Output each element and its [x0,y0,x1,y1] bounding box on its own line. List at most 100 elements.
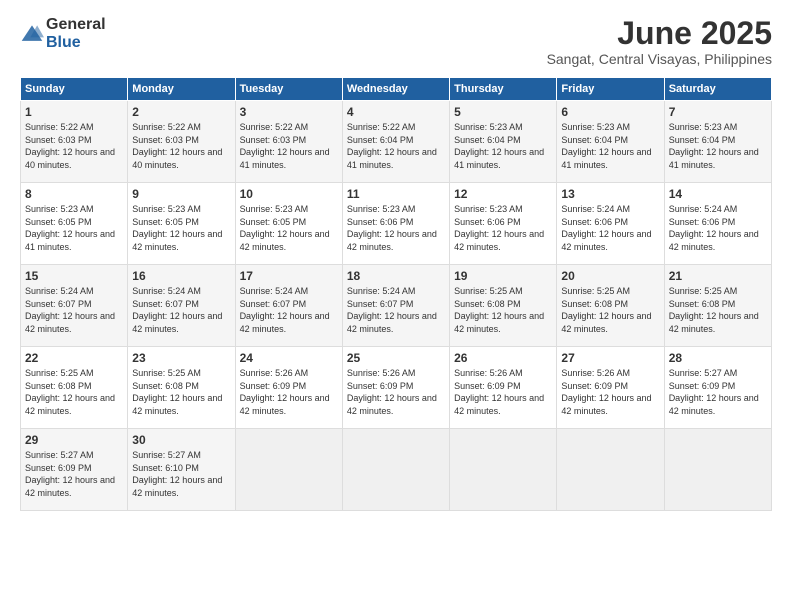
day-info: Sunrise: 5:22 AMSunset: 6:03 PMDaylight:… [240,121,338,171]
day-info: Sunrise: 5:22 AMSunset: 6:03 PMDaylight:… [132,121,230,171]
col-wednesday: Wednesday [342,78,449,101]
day-info: Sunrise: 5:25 AMSunset: 6:08 PMDaylight:… [561,285,659,335]
day-number: 16 [132,269,230,283]
table-row: 10Sunrise: 5:23 AMSunset: 6:05 PMDayligh… [235,183,342,265]
day-number: 26 [454,351,552,365]
day-number: 10 [240,187,338,201]
table-row: 5Sunrise: 5:23 AMSunset: 6:04 PMDaylight… [450,101,557,183]
table-row: 8 Sunrise: 5:23 AMSunset: 6:05 PMDaylight… [21,183,128,265]
day-number: 4 [347,105,445,119]
table-row [450,429,557,511]
page: General Blue June 2025 Sangat, Central V… [0,0,792,612]
day-number: 25 [347,351,445,365]
day-info: Sunrise: 5:23 AMSunset: 6:05 PMDaylight:… [132,203,230,253]
day-number: 7 [669,105,767,119]
day-number: 6 [561,105,659,119]
table-row: 17 Sunrise: 5:24 AMSunset: 6:07 PMDayligh… [235,265,342,347]
title-area: June 2025 Sangat, Central Visayas, Phili… [547,16,772,67]
col-sunday: Sunday [21,78,128,101]
day-number: 3 [240,105,338,119]
day-info: Sunrise: 5:22 AMSunset: 6:04 PMDaylight:… [347,121,445,171]
day-number: 2 [132,105,230,119]
logo-general: General [46,16,106,34]
col-tuesday: Tuesday [235,78,342,101]
col-thursday: Thursday [450,78,557,101]
day-info: Sunrise: 5:25 AMSunset: 6:08 PMDaylight:… [132,367,230,417]
day-number: 14 [669,187,767,201]
table-row: 26 Sunrise: 5:26 AMSunset: 6:09 PMDayligh… [450,347,557,429]
day-number: 24 [240,351,338,365]
table-row: 20 Sunrise: 5:25 AMSunset: 6:08 PMDayligh… [557,265,664,347]
day-info: Sunrise: 5:27 AMSunset: 6:09 PMDaylight:… [669,367,767,417]
table-row: 11 Sunrise: 5:23 AMSunset: 6:06 PMDayligh… [342,183,449,265]
calendar-row: 15 Sunrise: 5:24 AMSunset: 6:07 PMDayligh… [21,265,772,347]
day-number: 21 [669,269,767,283]
table-row: 29 Sunrise: 5:27 AMSunset: 6:09 PMDayligh… [21,429,128,511]
day-info: Sunrise: 5:23 AMSunset: 6:04 PMDaylight:… [669,121,767,171]
table-row [235,429,342,511]
calendar-row: 22 Sunrise: 5:25 AMSunset: 6:08 PMDayligh… [21,347,772,429]
day-number: 5 [454,105,552,119]
day-info: Sunrise: 5:27 AMSunset: 6:09 PMDaylight:… [25,449,123,499]
day-number: 22 [25,351,123,365]
table-row: 16 Sunrise: 5:24 AMSunset: 6:07 PMDayligh… [128,265,235,347]
table-row: 28Sunrise: 5:27 AMSunset: 6:09 PMDayligh… [664,347,771,429]
calendar-row: 8 Sunrise: 5:23 AMSunset: 6:05 PMDaylight… [21,183,772,265]
table-row: 14 Sunrise: 5:24 AMSunset: 6:06 PMDayligh… [664,183,771,265]
logo-blue: Blue [46,34,106,52]
table-row: 21 Sunrise: 5:25 AMSunset: 6:08 PMDayligh… [664,265,771,347]
calendar-row: 1 Sunrise: 5:22 AMSunset: 6:03 PMDaylight… [21,101,772,183]
day-number: 18 [347,269,445,283]
day-info: Sunrise: 5:23 AMSunset: 6:06 PMDaylight:… [454,203,552,253]
day-number: 15 [25,269,123,283]
header-row: Sunday Monday Tuesday Wednesday Thursday… [21,78,772,101]
day-number: 11 [347,187,445,201]
day-number: 29 [25,433,123,447]
day-info: Sunrise: 5:25 AMSunset: 6:08 PMDaylight:… [669,285,767,335]
day-info: Sunrise: 5:22 AMSunset: 6:03 PMDaylight:… [25,121,123,171]
day-info: Sunrise: 5:24 AMSunset: 6:06 PMDaylight:… [669,203,767,253]
table-row: 23Sunrise: 5:25 AMSunset: 6:08 PMDayligh… [128,347,235,429]
day-info: Sunrise: 5:24 AMSunset: 6:07 PMDaylight:… [240,285,338,335]
logo: General Blue [20,16,106,51]
table-row: 1 Sunrise: 5:22 AMSunset: 6:03 PMDaylight… [21,101,128,183]
day-info: Sunrise: 5:27 AMSunset: 6:10 PMDaylight:… [132,449,230,499]
table-row: 25 Sunrise: 5:26 AMSunset: 6:09 PMDayligh… [342,347,449,429]
day-info: Sunrise: 5:24 AMSunset: 6:07 PMDaylight:… [25,285,123,335]
day-info: Sunrise: 5:24 AMSunset: 6:07 PMDaylight:… [132,285,230,335]
location-title: Sangat, Central Visayas, Philippines [547,51,772,67]
table-row: 27Sunrise: 5:26 AMSunset: 6:09 PMDayligh… [557,347,664,429]
logo-icon [20,22,44,46]
table-row [557,429,664,511]
day-number: 1 [25,105,123,119]
day-number: 8 [25,187,123,201]
header: General Blue June 2025 Sangat, Central V… [20,16,772,67]
table-row: 30 Sunrise: 5:27 AMSunset: 6:10 PMDayligh… [128,429,235,511]
day-info: Sunrise: 5:24 AMSunset: 6:07 PMDaylight:… [347,285,445,335]
day-number: 17 [240,269,338,283]
day-info: Sunrise: 5:24 AMSunset: 6:06 PMDaylight:… [561,203,659,253]
day-info: Sunrise: 5:26 AMSunset: 6:09 PMDaylight:… [347,367,445,417]
calendar-table: Sunday Monday Tuesday Wednesday Thursday… [20,77,772,511]
table-row: 12 Sunrise: 5:23 AMSunset: 6:06 PMDayligh… [450,183,557,265]
day-number: 13 [561,187,659,201]
day-info: Sunrise: 5:26 AMSunset: 6:09 PMDaylight:… [240,367,338,417]
table-row: 24 Sunrise: 5:26 AMSunset: 6:09 PMDayligh… [235,347,342,429]
day-number: 19 [454,269,552,283]
day-info: Sunrise: 5:23 AMSunset: 6:04 PMDaylight:… [561,121,659,171]
table-row: 2 Sunrise: 5:22 AMSunset: 6:03 PMDaylight… [128,101,235,183]
table-row: 7 Sunrise: 5:23 AMSunset: 6:04 PMDaylight… [664,101,771,183]
day-number: 12 [454,187,552,201]
day-number: 30 [132,433,230,447]
table-row: 4 Sunrise: 5:22 AMSunset: 6:04 PMDaylight… [342,101,449,183]
day-number: 20 [561,269,659,283]
table-row: 22 Sunrise: 5:25 AMSunset: 6:08 PMDayligh… [21,347,128,429]
day-info: Sunrise: 5:25 AMSunset: 6:08 PMDaylight:… [25,367,123,417]
day-info: Sunrise: 5:26 AMSunset: 6:09 PMDaylight:… [454,367,552,417]
col-friday: Friday [557,78,664,101]
day-info: Sunrise: 5:25 AMSunset: 6:08 PMDaylight:… [454,285,552,335]
day-number: 9 [132,187,230,201]
day-info: Sunrise: 5:23 AMSunset: 6:05 PMDaylight:… [25,203,123,253]
day-info: Sunrise: 5:23 AMSunset: 6:06 PMDaylight:… [347,203,445,253]
table-row: 18 Sunrise: 5:24 AMSunset: 6:07 PMDayligh… [342,265,449,347]
